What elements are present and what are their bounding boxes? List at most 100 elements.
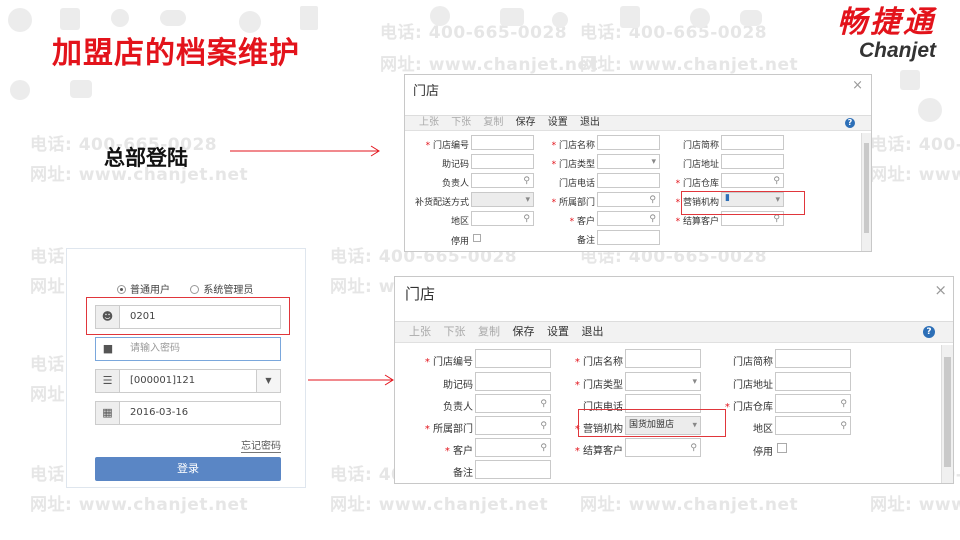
store-name-input[interactable] [597, 135, 660, 150]
customer-input[interactable]: ⚲ [597, 211, 660, 226]
short-name-input[interactable] [721, 135, 784, 150]
field-label: 门店仓库 [733, 402, 773, 413]
help-icon[interactable]: ? [923, 326, 935, 338]
save-button[interactable]: 保存 [513, 322, 535, 342]
field-label: 补货配送方式 [414, 198, 469, 208]
search-icon[interactable]: ⚲ [690, 443, 697, 453]
field-label: 客户 [576, 217, 595, 227]
scrollbar-thumb[interactable] [944, 357, 951, 467]
disabled-checkbox[interactable] [777, 443, 787, 453]
calendar-icon: ▦ [96, 402, 120, 424]
store-code-input[interactable] [471, 135, 534, 150]
login-button[interactable]: 登录 [95, 457, 281, 481]
search-icon[interactable]: ⚲ [540, 443, 547, 453]
short-name-input[interactable] [775, 349, 851, 368]
customer-input[interactable]: ⚲ [475, 438, 551, 457]
close-icon[interactable]: × [852, 78, 863, 93]
store-name-input[interactable] [625, 349, 701, 368]
close-icon[interactable]: × [934, 281, 947, 299]
search-icon[interactable]: ⚲ [540, 399, 547, 409]
watermark-site: 网址: www.chanjet.net [580, 495, 799, 515]
forgot-password-link[interactable]: 忘记密码 [241, 437, 281, 453]
region-input[interactable]: ⚲ [471, 211, 534, 226]
exit-button[interactable]: 退出 [582, 322, 604, 342]
toolbar: 上张 下张 复制 保存 设置 退出 ? [395, 321, 953, 343]
search-icon[interactable]: ⚲ [773, 214, 780, 224]
watermark-site: 网址: www.chanjet.net [870, 165, 960, 185]
search-icon[interactable]: ⚲ [523, 176, 530, 186]
chevron-down-icon[interactable]: ▾ [651, 157, 656, 167]
settle-customer-input[interactable]: ⚲ [625, 438, 701, 457]
warehouse-input[interactable]: ⚲ [721, 173, 784, 188]
scrollbar[interactable] [861, 133, 871, 251]
copy-button[interactable]: 复制 [483, 116, 503, 130]
field-label: 门店电话 [558, 179, 595, 189]
help-icon[interactable]: ? [845, 118, 855, 128]
manager-input[interactable]: ⚲ [471, 173, 534, 188]
search-icon[interactable]: ⚲ [773, 176, 780, 186]
search-icon[interactable]: ⚲ [540, 421, 547, 431]
exit-button[interactable]: 退出 [580, 116, 600, 130]
department-input[interactable]: ⚲ [475, 416, 551, 435]
mnemonic-input[interactable] [471, 154, 534, 169]
window-title: 门店 [413, 84, 440, 99]
slide-title: 加盟店的档案维护 [52, 36, 300, 71]
disabled-checkbox[interactable] [473, 234, 481, 242]
store-type-select[interactable]: ▾ [597, 154, 660, 169]
field-label: 负责人 [443, 402, 473, 413]
field-label: 门店简称 [733, 357, 773, 368]
store-phone-input[interactable] [597, 173, 660, 188]
store-form-window-small: 门店 × 上张 下张 复制 保存 设置 退出 ? * 门店编号 助记码 负责人 … [404, 74, 872, 252]
watermark-site: 网址: www.chanjet.net [30, 495, 249, 515]
store-type-select[interactable]: ▾ [625, 372, 701, 391]
next-button[interactable]: 下张 [451, 116, 471, 130]
search-icon[interactable]: ⚲ [523, 214, 530, 224]
search-icon[interactable]: ⚲ [649, 195, 656, 205]
login-type-radios: 普通用户 系统管理员 [117, 281, 253, 296]
save-button[interactable]: 保存 [516, 116, 536, 130]
watermark-site: 网址: www.chanjet.net [870, 495, 960, 515]
warehouse-input[interactable]: ⚲ [775, 394, 851, 413]
arrow-icon [308, 374, 394, 386]
field-label: 所属部门 [558, 198, 595, 208]
highlight-box-sales-org [578, 409, 726, 437]
date-field[interactable]: ▦ 2016-03-16 [95, 401, 281, 425]
address-input[interactable] [775, 372, 851, 391]
store-code-input[interactable] [475, 349, 551, 368]
window-title: 门店 [405, 285, 436, 303]
copy-button[interactable]: 复制 [478, 322, 500, 342]
remark-input[interactable] [475, 460, 551, 479]
search-icon[interactable]: ⚲ [649, 214, 656, 224]
password-placeholder: 请输入密码 [130, 343, 180, 354]
settings-button[interactable]: 设置 [547, 322, 569, 342]
radio-admin[interactable] [190, 285, 200, 294]
field-label: 门店简称 [682, 141, 719, 151]
region-input[interactable]: ⚲ [775, 416, 851, 435]
hq-login-label: 总部登陆 [104, 146, 188, 170]
prev-button[interactable]: 上张 [409, 322, 431, 342]
next-button[interactable]: 下张 [444, 322, 466, 342]
search-icon[interactable]: ⚲ [840, 421, 847, 431]
radio-user[interactable] [117, 285, 126, 294]
account-value: [000001]121 [130, 375, 196, 386]
login-panel: 普通用户 系统管理员 ☻ 0201 ■ 请输入密码 ☰ [000001]121 … [66, 248, 306, 488]
replenish-select[interactable]: ▾ [471, 192, 534, 207]
lock-icon: ■ [96, 338, 120, 360]
address-input[interactable] [721, 154, 784, 169]
search-icon[interactable]: ⚲ [840, 399, 847, 409]
account-select[interactable]: ☰ [000001]121 ▼ [95, 369, 281, 393]
scrollbar[interactable] [941, 345, 953, 483]
department-input[interactable]: ⚲ [597, 192, 660, 207]
field-label: 备注 [576, 236, 595, 246]
chevron-down-icon[interactable]: ▼ [256, 370, 280, 392]
scrollbar-thumb[interactable] [864, 143, 869, 233]
prev-button[interactable]: 上张 [419, 116, 439, 130]
remark-input[interactable] [597, 230, 660, 245]
mnemonic-input[interactable] [475, 372, 551, 391]
manager-input[interactable]: ⚲ [475, 394, 551, 413]
password-field[interactable]: ■ 请输入密码 [95, 337, 281, 361]
field-label: 地区 [450, 217, 469, 227]
chevron-down-icon[interactable]: ▾ [525, 195, 530, 205]
field-label: 所属部门 [433, 424, 473, 435]
settings-button[interactable]: 设置 [548, 116, 568, 130]
